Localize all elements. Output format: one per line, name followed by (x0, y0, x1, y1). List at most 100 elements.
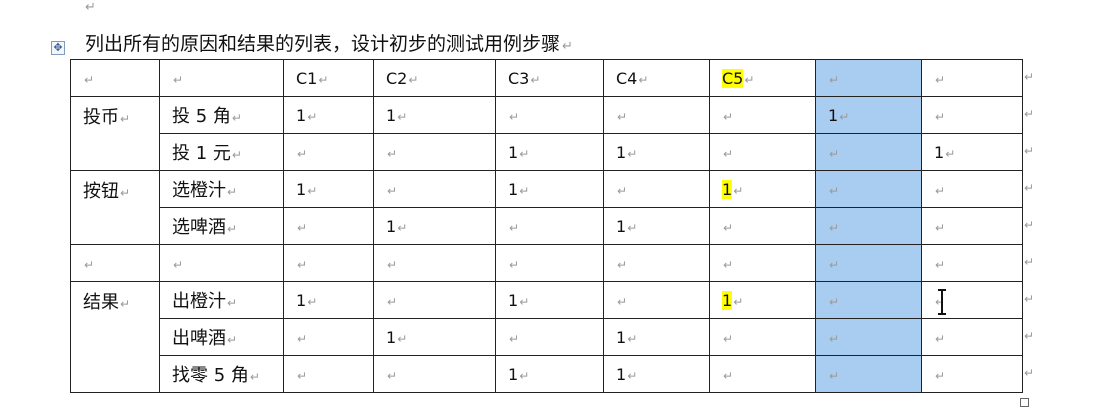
cell-end-mark: ↵ (227, 185, 238, 199)
group-label-cell[interactable]: ↵ (70, 244, 160, 282)
table-cell[interactable]: ↵ (921, 281, 1023, 319)
table-cell[interactable]: 1↵ (709, 170, 816, 208)
header-cell[interactable]: C3↵ (495, 59, 604, 97)
table-cell[interactable]: ↵ (373, 244, 496, 282)
table-cell[interactable]: ↵ (495, 318, 604, 356)
header-cell[interactable]: ↵ (815, 59, 922, 97)
cell-text: C1 (296, 68, 318, 88)
table-cell[interactable]: ↵ (373, 133, 496, 171)
table-cell[interactable]: ↵ (283, 355, 374, 393)
table-cell[interactable]: ↵ (815, 133, 922, 171)
table-cell[interactable]: ↵ (373, 281, 496, 319)
table-cell[interactable]: ↵ (603, 170, 710, 208)
group-label-cell[interactable]: 按钮↵ (70, 170, 160, 245)
cell-end-mark: ↵ (935, 257, 946, 272)
cell-end-mark: ↵ (318, 72, 329, 87)
cell-end-mark: ↵ (231, 148, 242, 162)
table-cell[interactable]: 1↵ (603, 355, 710, 393)
table-cell[interactable]: ↵ (709, 244, 816, 282)
table-cell[interactable]: 1↵ (495, 133, 604, 171)
cell-text: 选橙汁 (172, 180, 226, 201)
table-cell[interactable]: ↵ (495, 96, 604, 134)
row-label-cell[interactable]: 投 5 角↵ (159, 96, 284, 134)
table-cell[interactable]: ↵ (709, 207, 816, 245)
table-cell[interactable]: ↵ (815, 170, 922, 208)
header-cell[interactable]: ↵ (159, 59, 284, 97)
table-cell[interactable]: ↵ (603, 96, 710, 134)
table-cell[interactable]: 1↵ (373, 207, 496, 245)
cell-text: 结果 (83, 292, 119, 313)
row-label-cell[interactable]: 找零 5 角↵ (159, 355, 284, 393)
header-cell[interactable]: C1↵ (283, 59, 374, 97)
table-cell[interactable]: 1↵ (283, 170, 374, 208)
header-cell[interactable]: C2↵ (373, 59, 496, 97)
table-cell[interactable]: 1↵ (815, 96, 922, 134)
group-label-cell[interactable]: 投币↵ (70, 96, 160, 171)
table-cell[interactable]: ↵ (709, 96, 816, 134)
table-cell[interactable]: 1↵ (373, 318, 496, 356)
table-cell[interactable]: ↵ (709, 318, 816, 356)
table-cell[interactable]: 1↵ (603, 318, 710, 356)
table-cell[interactable]: ↵ (495, 207, 604, 245)
row-label-cell[interactable]: 出啤酒↵ (159, 318, 284, 356)
table-header-row: ↵ ↵ C1↵ C2↵ C3↵ C4↵ C5↵ ↵ ↵ (70, 59, 1023, 97)
table-cell[interactable]: ↵ (495, 244, 604, 282)
cell-end-mark: ↵ (638, 72, 649, 87)
header-cell[interactable]: C5↵ (709, 59, 816, 97)
table-cell[interactable]: ↵ (815, 244, 922, 282)
cell-end-mark: ↵ (509, 220, 520, 235)
table-cell[interactable]: ↵ (815, 355, 922, 393)
row-end-mark: ↵ (1024, 107, 1035, 121)
table-cell[interactable]: 1↵ (495, 170, 604, 208)
cell-end-mark: ↵ (387, 183, 398, 198)
row-label-cell[interactable]: 选橙汁↵ (159, 170, 284, 208)
table-cell[interactable]: 1↵ (603, 133, 710, 171)
table-cell[interactable]: ↵ (373, 170, 496, 208)
table-cell[interactable]: 1↵ (921, 133, 1023, 171)
table-cell[interactable]: ↵ (921, 244, 1023, 282)
cell-end-mark: ↵ (297, 368, 308, 383)
table-cell[interactable]: 1↵ (373, 96, 496, 134)
table-cell[interactable]: ↵ (373, 355, 496, 393)
table-cell[interactable]: ↵ (283, 318, 374, 356)
header-cell[interactable]: C4↵ (603, 59, 710, 97)
row-label-cell[interactable]: ↵ (159, 244, 284, 282)
cell-text: 1 (508, 179, 519, 199)
cell-end-mark: ↵ (173, 257, 184, 272)
group-label-cell[interactable]: 结果↵ (70, 281, 160, 393)
table-move-handle-icon[interactable]: ✥ (51, 41, 65, 55)
table-cell[interactable]: ↵ (921, 355, 1023, 393)
table-cell[interactable]: ↵ (709, 133, 816, 171)
table-cell[interactable]: ↵ (815, 318, 922, 356)
cell-end-mark: ↵ (509, 257, 520, 272)
table-cell[interactable]: 1↵ (495, 281, 604, 319)
table-cell[interactable]: ↵ (709, 355, 816, 393)
row-label-cell[interactable]: 出橙汁↵ (159, 281, 284, 319)
cell-text: 1 (722, 290, 733, 310)
heading-paragraph[interactable]: 列出所有的原因和结果的列表，设计初步的测试用例步骤 ↵ (85, 29, 573, 56)
table-cell[interactable]: ↵ (921, 96, 1023, 134)
table-cell[interactable]: ↵ (283, 207, 374, 245)
table-cell[interactable]: ↵ (283, 133, 374, 171)
header-cell[interactable]: ↵ (921, 59, 1023, 97)
cell-end-mark: ↵ (227, 296, 238, 310)
header-cell[interactable]: ↵ (70, 59, 160, 97)
table-cell[interactable]: 1↵ (495, 355, 604, 393)
table-cell[interactable]: ↵ (603, 244, 710, 282)
table-cell[interactable]: ↵ (921, 170, 1023, 208)
table-cell[interactable]: ↵ (815, 207, 922, 245)
table-cell[interactable]: 1↵ (603, 207, 710, 245)
table-cell[interactable]: ↵ (921, 207, 1023, 245)
table-cell[interactable]: ↵ (815, 281, 922, 319)
table-resize-handle-icon[interactable] (1020, 398, 1029, 407)
row-label-cell[interactable]: 投 1 元↵ (159, 133, 284, 171)
cell-end-mark: ↵ (935, 72, 946, 87)
table-cell[interactable]: 1↵ (283, 281, 374, 319)
table-cell[interactable]: ↵ (283, 244, 374, 282)
table-cell[interactable]: 1↵ (283, 96, 374, 134)
table-cell[interactable]: ↵ (921, 318, 1023, 356)
table-cell[interactable]: 1↵ (709, 281, 816, 319)
row-label-cell[interactable]: 选啤酒↵ (159, 207, 284, 245)
table-cell[interactable]: ↵ (603, 281, 710, 319)
cell-end-mark: ↵ (297, 331, 308, 346)
